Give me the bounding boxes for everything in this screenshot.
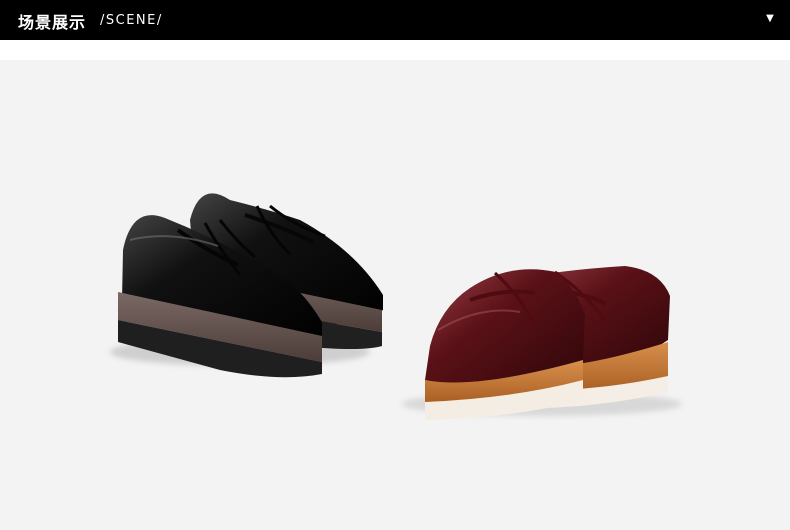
- section-header: 场景展示 /SCENE/ ▼: [0, 0, 790, 40]
- section-title: 场景展示: [18, 13, 87, 32]
- scene-image: [0, 60, 790, 530]
- caret-down-icon[interactable]: ▼: [762, 11, 778, 27]
- shoes-illustration: [110, 193, 682, 420]
- burgundy-platform-oxford-shoes: [402, 266, 682, 420]
- black-platform-oxford-shoes: [110, 193, 383, 378]
- section-subtitle: /SCENE/: [100, 13, 163, 28]
